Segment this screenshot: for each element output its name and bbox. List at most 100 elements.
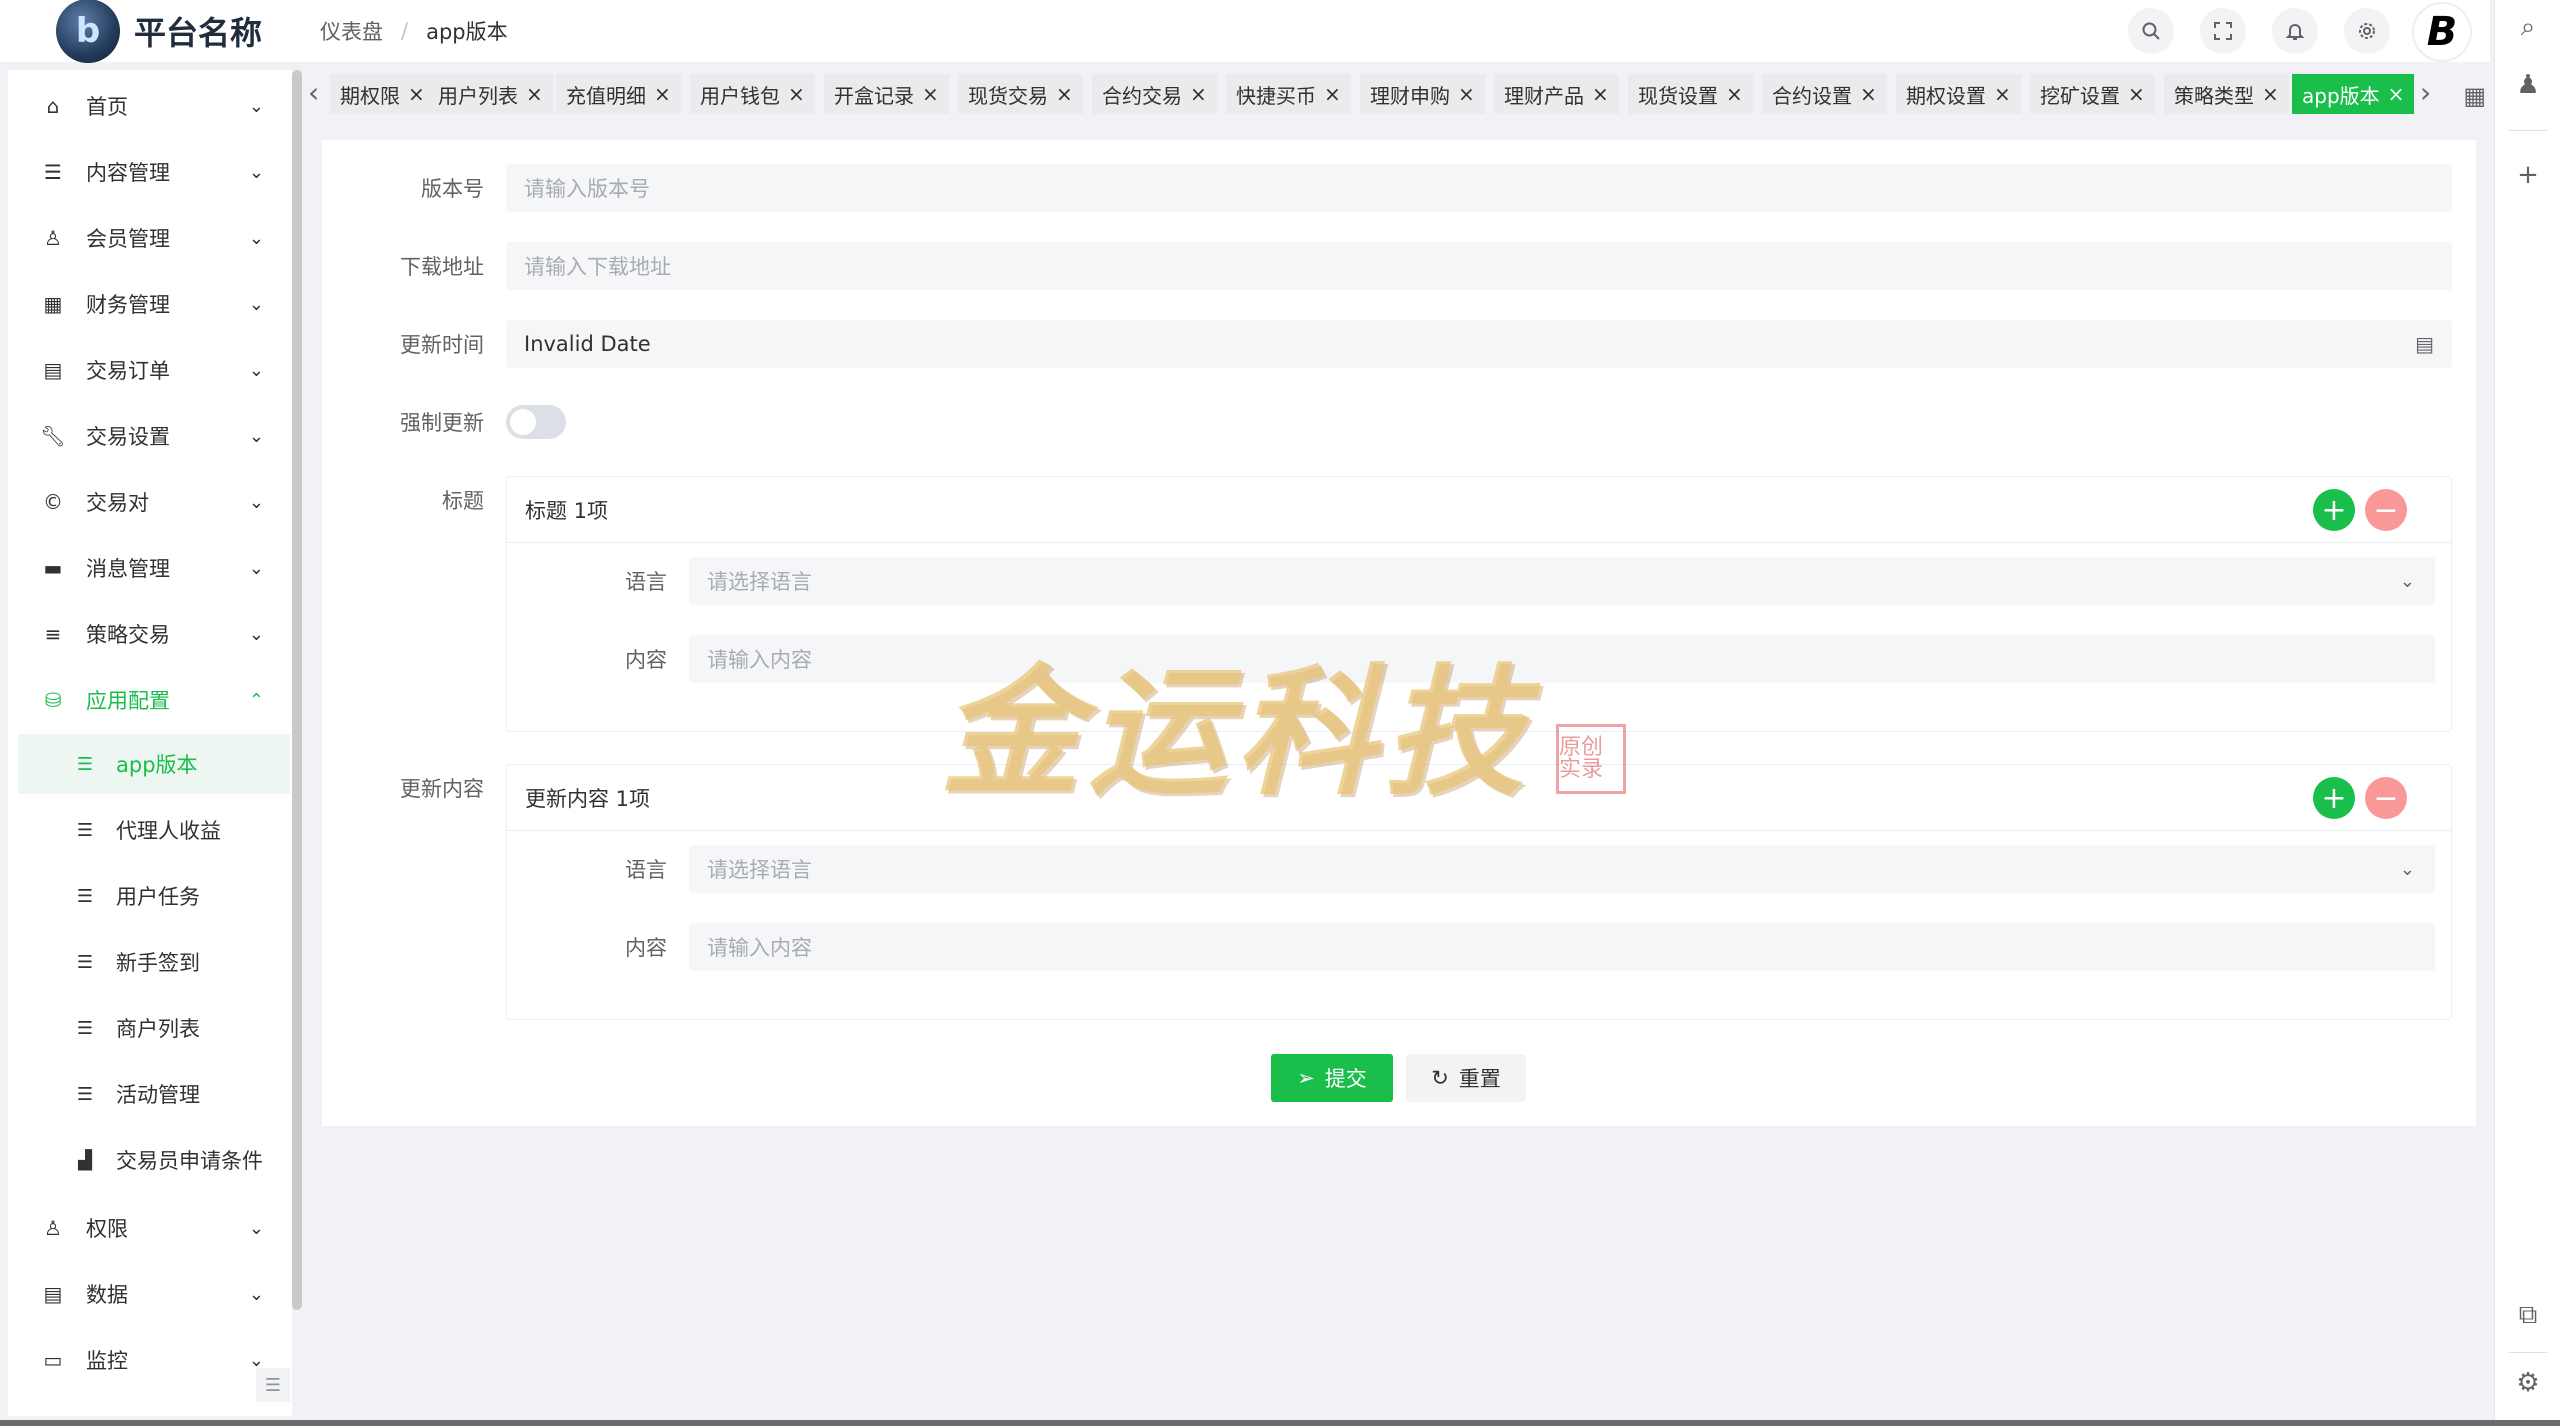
remove-update-content-button[interactable]: −: [2365, 777, 2407, 819]
grid-menu-icon[interactable]: ▦: [2463, 82, 2486, 110]
tabs-scroll-right-icon[interactable]: ›: [2420, 76, 2431, 109]
tab-app-version[interactable]: app版本 ×: [2292, 74, 2415, 114]
close-icon[interactable]: ×: [408, 82, 425, 106]
update-content-label: 更新内容: [400, 777, 484, 801]
sidebar-item-trade-settings[interactable]: 🔧︎ 交易设置 ⌄: [18, 408, 290, 464]
breadcrumb-separator: /: [401, 19, 409, 43]
tab-label: 用户列表: [438, 83, 518, 108]
tab-user-list[interactable]: 用户列表 ×: [428, 74, 553, 114]
content-placeholder: 请输入内容: [707, 936, 812, 960]
toggle-knob: [510, 409, 536, 435]
sidebar-item-label: 活动管理: [116, 1083, 200, 1107]
update-content-input[interactable]: 请输入内容: [689, 923, 2435, 971]
close-icon[interactable]: ×: [2128, 82, 2145, 106]
menu-icon: ≡: [44, 622, 62, 646]
breadcrumb-home[interactable]: 仪表盘: [320, 16, 383, 46]
version-row: 版本号 请输入版本号: [322, 164, 2476, 212]
add-title-button[interactable]: +: [2313, 489, 2355, 531]
close-icon[interactable]: ×: [2388, 82, 2405, 106]
sidebar-subitem-user-tasks[interactable]: ☰ 用户任务: [18, 866, 290, 926]
tab-user-wallet[interactable]: 用户钱包 ×: [690, 74, 815, 114]
download-url-input[interactable]: 请输入下载地址: [506, 242, 2452, 290]
gear-icon[interactable]: ⚙: [2495, 1368, 2560, 1398]
sidebar-subitem-merchants[interactable]: ☰ 商户列表: [18, 998, 290, 1058]
sidebar-scrollbar[interactable]: [292, 70, 302, 1310]
tab-options-permission[interactable]: 期权限 ×: [330, 74, 435, 114]
close-icon[interactable]: ×: [922, 82, 939, 106]
tab-contract-trading[interactable]: 合约交易 ×: [1092, 74, 1217, 114]
tab-quick-buy[interactable]: 快捷买币 ×: [1226, 74, 1351, 114]
tab-finance-subscribe[interactable]: 理财申购 ×: [1360, 74, 1485, 114]
sidebar-item-monitor[interactable]: ▭ 监控 ⌄: [18, 1332, 290, 1388]
force-update-row: 强制更新: [322, 398, 2476, 446]
sidebar-item-content[interactable]: ☰ 内容管理 ⌄: [18, 144, 290, 200]
sidebar-item-messages[interactable]: ▬ 消息管理 ⌄: [18, 540, 290, 596]
update-language-select[interactable]: 请选择语言 ⌄: [689, 845, 2435, 893]
sidebar-subitem-activities[interactable]: ☰ 活动管理: [18, 1064, 290, 1124]
close-icon[interactable]: ×: [1592, 82, 1609, 106]
close-icon[interactable]: ×: [1860, 82, 1877, 106]
remove-title-button[interactable]: −: [2365, 489, 2407, 531]
download-placeholder: 请输入下载地址: [524, 255, 671, 279]
update-time-picker[interactable]: Invalid Date ▤: [506, 320, 2452, 368]
tab-mining-settings[interactable]: 挖矿设置 ×: [2030, 74, 2155, 114]
close-icon[interactable]: ×: [788, 82, 805, 106]
search-icon[interactable]: [2128, 8, 2174, 54]
sidebar-item-trade-pairs[interactable]: © 交易对 ⌄: [18, 474, 290, 530]
person-icon[interactable]: ♟: [2495, 70, 2560, 100]
top-header: b 平台名称 仪表盘 / app版本 B: [0, 0, 2490, 63]
close-icon[interactable]: ×: [654, 82, 671, 106]
close-icon[interactable]: ×: [1726, 82, 1743, 106]
tab-label: 挖矿设置: [2040, 83, 2120, 108]
submit-button[interactable]: ➢ 提交: [1271, 1054, 1393, 1102]
force-update-toggle[interactable]: [506, 405, 566, 439]
sidebar-item-data[interactable]: ▤ 数据 ⌄: [18, 1266, 290, 1322]
sidebar-item-members[interactable]: ♙ 会员管理 ⌄: [18, 210, 290, 266]
reset-button[interactable]: ↻ 重置: [1406, 1054, 1526, 1102]
sidebar-item-finance[interactable]: ▦ 财务管理 ⌄: [18, 276, 290, 332]
sidebar-item-orders[interactable]: ▤ 交易订单 ⌄: [18, 342, 290, 398]
sidebar-subitem-trader-conditions[interactable]: ▟ 交易员申请条件: [18, 1130, 290, 1190]
tab-options-settings[interactable]: 期权设置 ×: [1896, 74, 2021, 114]
add-update-content-button[interactable]: +: [2313, 777, 2355, 819]
close-icon[interactable]: ×: [2262, 82, 2279, 106]
title-card-head: 标题 1项 + −: [507, 477, 2451, 543]
close-icon[interactable]: ×: [1458, 82, 1475, 106]
fullscreen-icon[interactable]: [2200, 8, 2246, 54]
bell-icon[interactable]: [2272, 8, 2318, 54]
sidebar-item-strategy[interactable]: ≡ 策略交易 ⌄: [18, 606, 290, 662]
close-icon[interactable]: ×: [1994, 82, 2011, 106]
gear-icon[interactable]: [2344, 8, 2390, 54]
sidebar-item-label: 策略交易: [86, 623, 170, 647]
close-icon[interactable]: ×: [1056, 82, 1073, 106]
sidebar-subitem-app-version[interactable]: ☰ app版本: [18, 734, 290, 794]
sidebar-subitem-checkin[interactable]: ☰ 新手签到: [18, 932, 290, 992]
plus-icon[interactable]: +: [2495, 160, 2560, 190]
sidebar-item-permissions[interactable]: ♙ 权限 ⌄: [18, 1200, 290, 1256]
download-label: 下载地址: [400, 255, 484, 279]
close-icon[interactable]: ×: [526, 82, 543, 106]
sidebar-subitem-agent-income[interactable]: ☰ 代理人收益: [18, 800, 290, 860]
collapse-sidebar-icon[interactable]: ☰: [256, 1368, 290, 1402]
tab-contract-settings[interactable]: 合约设置 ×: [1762, 74, 1887, 114]
chevron-down-icon: ⌄: [248, 491, 264, 513]
tab-spot-settings[interactable]: 现货设置 ×: [1628, 74, 1753, 114]
close-icon[interactable]: ×: [1190, 82, 1207, 106]
user-avatar[interactable]: B: [2412, 2, 2472, 62]
version-input[interactable]: 请输入版本号: [506, 164, 2452, 212]
tab-spot-trading[interactable]: 现货交易 ×: [958, 74, 1083, 114]
sidebar-item-home[interactable]: ⌂ 首页 ⌄: [18, 78, 290, 134]
screenshot-icon[interactable]: ⧉: [2495, 1300, 2560, 1331]
search-icon[interactable]: ⌕: [2495, 12, 2560, 43]
sidebar-item-app-config[interactable]: ⛁ 应用配置 ⌃: [18, 672, 290, 728]
tabs-scroll-left-icon[interactable]: ‹: [308, 76, 319, 109]
watermark: 金运科技: [940, 651, 1533, 815]
close-icon[interactable]: ×: [1324, 82, 1341, 106]
tab-recharge-details[interactable]: 充值明细 ×: [556, 74, 681, 114]
tab-finance-products[interactable]: 理财产品 ×: [1494, 74, 1619, 114]
tab-strategy-types[interactable]: 策略类型 ×: [2164, 74, 2289, 114]
lines-icon: ☰: [76, 753, 94, 775]
tab-box-records[interactable]: 开盒记录 ×: [824, 74, 949, 114]
brand[interactable]: b 平台名称: [56, 0, 262, 63]
title-language-select[interactable]: 请选择语言 ⌄: [689, 557, 2435, 605]
